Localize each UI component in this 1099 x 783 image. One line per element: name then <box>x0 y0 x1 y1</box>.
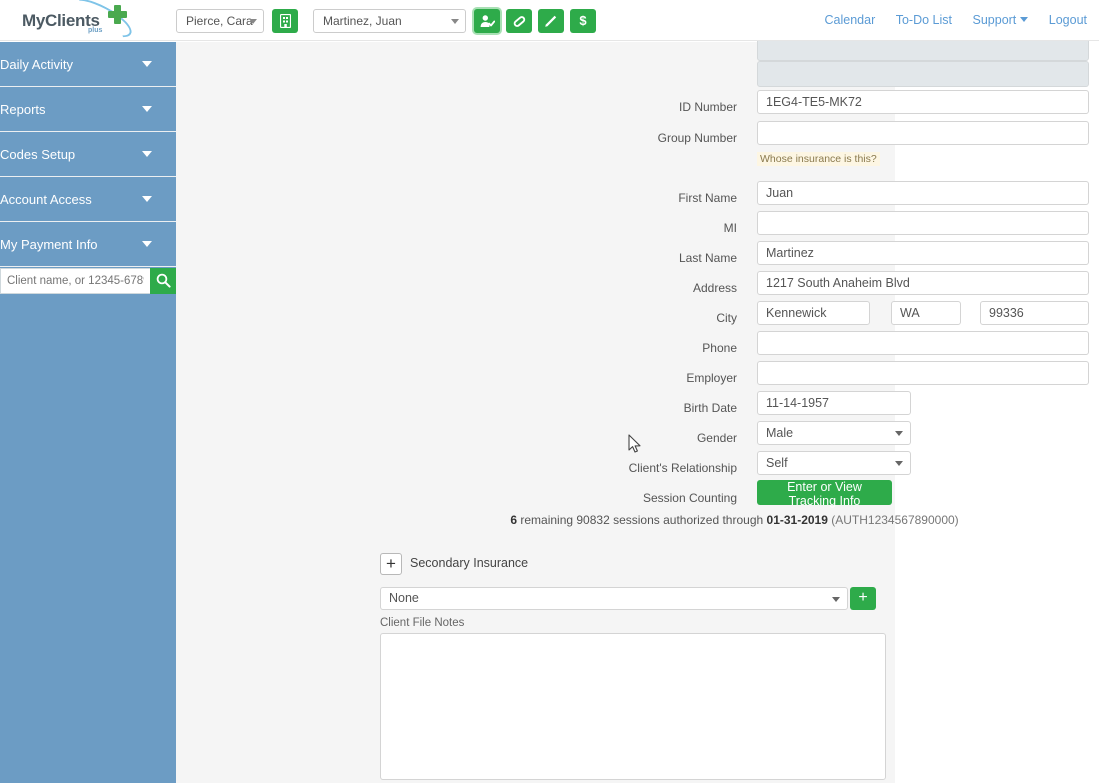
sidebar-item-account-access[interactable]: Account Access <box>0 177 176 222</box>
chevron-down-icon <box>451 19 459 24</box>
client-select-value: Martinez, Juan <box>323 14 402 28</box>
address-field[interactable] <box>757 271 1089 295</box>
gender-select-value: Male <box>766 426 793 440</box>
last-name-field[interactable] <box>757 241 1089 265</box>
chevron-down-icon <box>142 151 152 157</box>
notes-button[interactable] <box>538 9 564 33</box>
nav-calendar[interactable]: Calendar <box>825 13 876 27</box>
relationship-select-value: Self <box>766 456 788 470</box>
top-nav: Calendar To-Do List Support Logout <box>808 13 1087 27</box>
phone-field[interactable] <box>757 331 1089 355</box>
group-number-field[interactable] <box>757 121 1089 145</box>
expand-secondary-insurance-button[interactable]: + <box>380 553 402 575</box>
id-number-label: ID Number <box>380 97 737 117</box>
client-file-notes-label: Client File Notes <box>380 617 464 629</box>
nav-logout[interactable]: Logout <box>1049 13 1087 27</box>
paperclip-icon <box>512 14 526 28</box>
chevron-down-icon <box>142 61 152 67</box>
secondary-insurance-header: + Secondary Insurance <box>380 553 680 577</box>
provider-select[interactable]: Pierce, Cara <box>176 9 264 33</box>
enter-view-tracking-info-button[interactable]: Enter or View Tracking Info <box>757 480 892 505</box>
zip-field[interactable] <box>980 301 1089 325</box>
building-icon <box>280 14 291 28</box>
first-name-label: First Name <box>380 188 737 208</box>
auth-remaining-count: 6 <box>510 513 517 527</box>
top-bar: MyClients plus Pierce, Cara Martinez, Ju… <box>0 0 1099 41</box>
secondary-insurance-title: Secondary Insurance <box>410 556 528 570</box>
gender-select[interactable]: Male <box>757 421 911 445</box>
add-secondary-insurance-button[interactable]: + <box>850 587 876 610</box>
relationship-select[interactable]: Self <box>757 451 911 475</box>
chevron-down-icon <box>142 196 152 202</box>
client-info-button[interactable] <box>474 9 500 33</box>
sidebar-item-label: Account Access <box>0 177 92 222</box>
insurance-plan-field[interactable] <box>757 61 1089 87</box>
content-panel: ID Number Group Number Whose insurance i… <box>176 42 895 783</box>
chevron-down-icon <box>142 106 152 112</box>
search-input[interactable] <box>0 268 150 294</box>
chevron-down-icon <box>895 461 903 466</box>
group-number-label: Group Number <box>380 128 737 148</box>
app-logo[interactable]: MyClients plus <box>20 4 142 38</box>
id-number-field[interactable] <box>757 90 1089 114</box>
phone-label: Phone <box>380 338 737 358</box>
logo-subtext: plus <box>88 27 102 34</box>
birth-date-field[interactable] <box>757 391 911 415</box>
chevron-down-icon <box>832 597 840 602</box>
facility-button[interactable] <box>272 9 298 33</box>
auth-through-date: 01-31-2019 <box>767 513 828 527</box>
search-button[interactable] <box>150 268 176 294</box>
sidebar-item-label: Reports <box>0 87 46 132</box>
nav-support-label: Support <box>973 13 1017 27</box>
city-field[interactable] <box>757 301 870 325</box>
nav-support[interactable]: Support <box>973 13 1029 27</box>
last-name-label: Last Name <box>380 248 737 268</box>
logo-plus-icon <box>108 5 127 24</box>
employer-field[interactable] <box>757 361 1089 385</box>
sidebar-item-codes-setup[interactable]: Codes Setup <box>0 132 176 177</box>
person-check-icon <box>480 14 495 28</box>
mi-label: MI <box>380 218 737 238</box>
client-select[interactable]: Martinez, Juan <box>313 9 466 33</box>
pencil-icon <box>544 14 558 28</box>
whose-insurance-hint: Whose insurance is this? <box>757 152 880 166</box>
sidebar-item-label: My Payment Info <box>0 222 98 267</box>
secondary-insurance-value: None <box>389 591 419 605</box>
session-counting-label: Session Counting <box>380 488 737 508</box>
chevron-down-icon <box>1020 17 1028 22</box>
nav-todo-list[interactable]: To-Do List <box>896 13 952 27</box>
state-field[interactable] <box>891 301 961 325</box>
chevron-down-icon <box>142 241 152 247</box>
address-label: Address <box>380 278 737 298</box>
provider-select-value: Pierce, Cara <box>186 14 253 28</box>
mi-field[interactable] <box>757 211 1089 235</box>
authorization-summary: 6 remaining 90832 sessions authorized th… <box>380 513 1089 527</box>
chevron-down-icon <box>249 19 257 24</box>
employer-label: Employer <box>380 368 737 388</box>
auth-middle-text: remaining 90832 sessions authorized thro… <box>517 513 767 527</box>
auth-code: (AUTH1234567890000) <box>828 513 959 527</box>
sidebar-item-label: Daily Activity <box>0 42 73 87</box>
city-label: City <box>380 308 737 328</box>
sidebar-item-my-payment-info[interactable]: My Payment Info <box>0 222 176 267</box>
client-search <box>0 268 176 294</box>
first-name-field[interactable] <box>757 181 1089 205</box>
attachments-button[interactable] <box>506 9 532 33</box>
gender-label: Gender <box>380 428 737 448</box>
mouse-cursor <box>628 434 642 459</box>
sidebar-item-reports[interactable]: Reports <box>0 87 176 132</box>
search-icon <box>156 273 171 288</box>
dollar-icon: $ <box>570 9 596 33</box>
sidebar-item-label: Codes Setup <box>0 132 75 177</box>
chevron-down-icon <box>895 431 903 436</box>
birth-date-label: Birth Date <box>380 398 737 418</box>
relationship-label: Client's Relationship <box>380 458 737 478</box>
sidebar: Daily Activity Reports Codes Setup Accou… <box>0 42 176 783</box>
sidebar-item-daily-activity[interactable]: Daily Activity <box>0 42 176 87</box>
client-file-notes-textarea[interactable] <box>380 633 886 780</box>
billing-button[interactable]: $ <box>570 9 596 33</box>
secondary-insurance-select[interactable]: None <box>380 587 848 610</box>
